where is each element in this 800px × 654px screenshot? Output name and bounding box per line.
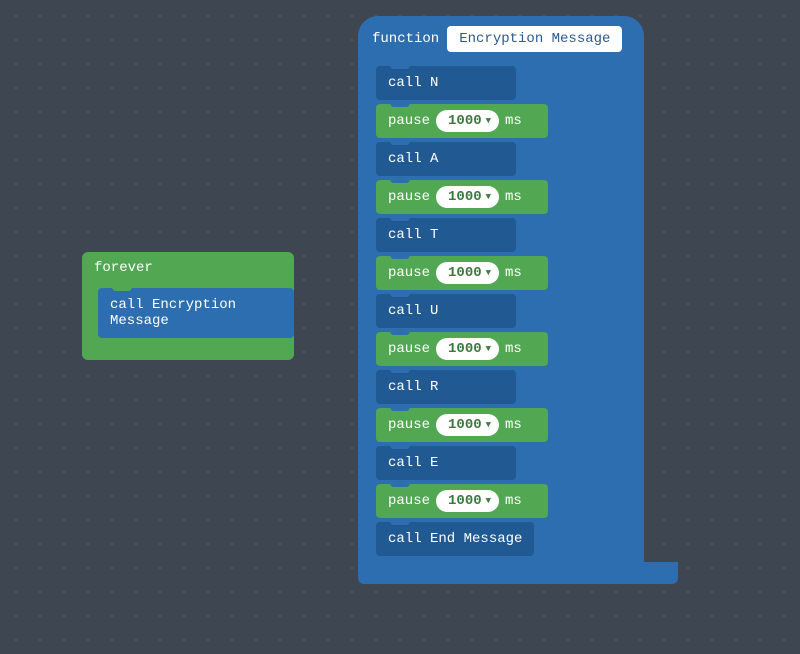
pause-duration-dropdown[interactable]: 1000 ▼ (436, 110, 499, 132)
call-block[interactable]: call End Message (376, 522, 534, 556)
call-text: call T (388, 227, 438, 243)
pause-block[interactable]: pause 1000 ▼ ms (376, 332, 548, 366)
pause-block[interactable]: pause 1000 ▼ ms (376, 484, 548, 518)
forever-block[interactable]: forever call Encryption Message (82, 252, 294, 360)
function-bottom (358, 562, 678, 584)
pause-label: pause (388, 113, 430, 129)
pause-duration-value: 1000 (448, 341, 482, 357)
pause-unit: ms (505, 113, 522, 129)
call-label: call Encryption Message (110, 297, 236, 329)
pause-label: pause (388, 341, 430, 357)
pause-duration-value: 1000 (448, 265, 482, 281)
call-block[interactable]: call R (376, 370, 516, 404)
chevron-down-icon: ▼ (486, 496, 491, 506)
call-text: call N (388, 75, 438, 91)
pause-block[interactable]: pause 1000 ▼ ms (376, 104, 548, 138)
pause-unit: ms (505, 341, 522, 357)
pause-label: pause (388, 265, 430, 281)
chevron-down-icon: ▼ (486, 116, 491, 126)
chevron-down-icon: ▼ (486, 192, 491, 202)
pause-unit: ms (505, 493, 522, 509)
pause-block[interactable]: pause 1000 ▼ ms (376, 256, 548, 290)
pause-duration-value: 1000 (448, 417, 482, 433)
function-hat[interactable]: function Encryption Message (358, 16, 644, 62)
pause-label: pause (388, 189, 430, 205)
function-definition-block[interactable]: function Encryption Message call N pause 1… (358, 16, 644, 584)
pause-label: pause (388, 417, 430, 433)
call-encryption-message-block[interactable]: call Encryption Message (98, 288, 294, 338)
call-text: call U (388, 303, 438, 319)
chevron-down-icon: ▼ (486, 420, 491, 430)
pause-duration-dropdown[interactable]: 1000 ▼ (436, 414, 499, 436)
pause-duration-dropdown[interactable]: 1000 ▼ (436, 186, 499, 208)
call-block[interactable]: call A (376, 142, 516, 176)
forever-hat[interactable]: forever (82, 252, 294, 284)
forever-body: call Encryption Message (82, 284, 294, 342)
chevron-down-icon: ▼ (486, 344, 491, 354)
forever-bottom (82, 342, 294, 360)
call-text: call A (388, 151, 438, 167)
call-block[interactable]: call T (376, 218, 516, 252)
pause-duration-value: 1000 (448, 493, 482, 509)
pause-label: pause (388, 493, 430, 509)
chevron-down-icon: ▼ (486, 268, 491, 278)
call-block[interactable]: call U (376, 294, 516, 328)
function-keyword: function (372, 31, 439, 47)
call-text: call End Message (388, 531, 522, 547)
pause-unit: ms (505, 189, 522, 205)
pause-duration-dropdown[interactable]: 1000 ▼ (436, 262, 499, 284)
function-body: call N pause 1000 ▼ ms call A pause 1000 ▼ ms call… (358, 62, 644, 562)
pause-unit: ms (505, 417, 522, 433)
pause-duration-dropdown[interactable]: 1000 ▼ (436, 338, 499, 360)
pause-block[interactable]: pause 1000 ▼ ms (376, 408, 548, 442)
call-text: call E (388, 455, 438, 471)
pause-duration-value: 1000 (448, 189, 482, 205)
blocks-workspace[interactable]: forever call Encryption Message function… (0, 0, 800, 654)
pause-unit: ms (505, 265, 522, 281)
pause-duration-dropdown[interactable]: 1000 ▼ (436, 490, 499, 512)
pause-block[interactable]: pause 1000 ▼ ms (376, 180, 548, 214)
call-block[interactable]: call N (376, 66, 516, 100)
call-text: call R (388, 379, 438, 395)
call-block[interactable]: call E (376, 446, 516, 480)
forever-label: forever (94, 260, 153, 276)
function-name-field[interactable]: Encryption Message (447, 26, 622, 52)
pause-duration-value: 1000 (448, 113, 482, 129)
